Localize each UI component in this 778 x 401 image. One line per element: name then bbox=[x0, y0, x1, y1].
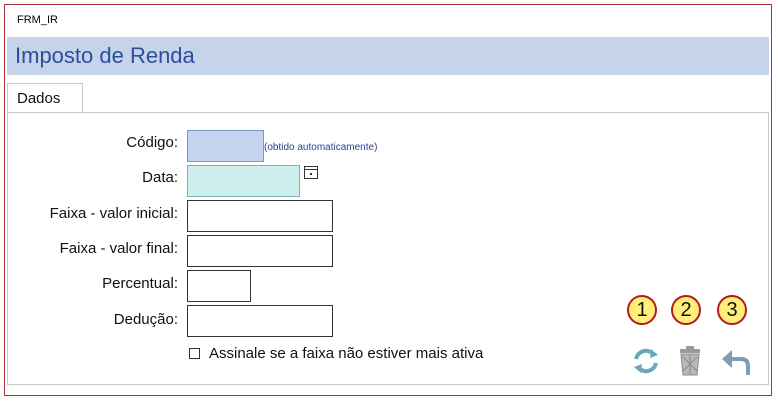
inativa-checkbox[interactable] bbox=[189, 348, 200, 359]
tab-dados-label: Dados bbox=[17, 90, 61, 107]
percentual-label: Percentual: bbox=[102, 275, 178, 292]
window-title: FRM_IR bbox=[17, 14, 58, 26]
deducao-field[interactable] bbox=[187, 305, 333, 337]
percentual-field[interactable] bbox=[187, 270, 251, 302]
trash-icon bbox=[680, 346, 700, 376]
delete-button[interactable] bbox=[673, 344, 707, 378]
faixa-inicial-label: Faixa - valor inicial: bbox=[49, 205, 178, 222]
deducao-label: Dedução: bbox=[113, 311, 178, 328]
form-header: Imposto de Renda bbox=[7, 37, 769, 75]
page-title: Imposto de Renda bbox=[15, 43, 195, 68]
form-window: FRM_IR Imposto de Renda Dados bbox=[4, 4, 772, 396]
refresh-button[interactable] bbox=[629, 344, 663, 378]
codigo-label: Código: bbox=[126, 134, 178, 151]
inativa-checkbox-label: Assinale se a faixa não estiver mais ati… bbox=[209, 345, 484, 362]
badge-2: 2 bbox=[671, 295, 701, 325]
badge-1: 1 bbox=[627, 295, 657, 325]
calendar-icon[interactable] bbox=[304, 166, 318, 179]
tab-dados[interactable]: Dados bbox=[7, 83, 83, 113]
data-label: Data: bbox=[142, 169, 178, 186]
faixa-inicial-field[interactable] bbox=[187, 200, 333, 232]
back-button[interactable] bbox=[719, 344, 753, 378]
title-bar: FRM_IR bbox=[5, 5, 771, 37]
undo-arrow-icon bbox=[722, 350, 750, 375]
codigo-hint: (obtido automaticamente) bbox=[264, 142, 378, 153]
faixa-final-label: Faixa - valor final: bbox=[59, 240, 178, 257]
data-field[interactable] bbox=[187, 165, 300, 197]
refresh-icon bbox=[634, 348, 658, 374]
faixa-final-field[interactable] bbox=[187, 235, 333, 267]
codigo-field[interactable] bbox=[187, 130, 264, 162]
badge-3: 3 bbox=[717, 295, 747, 325]
